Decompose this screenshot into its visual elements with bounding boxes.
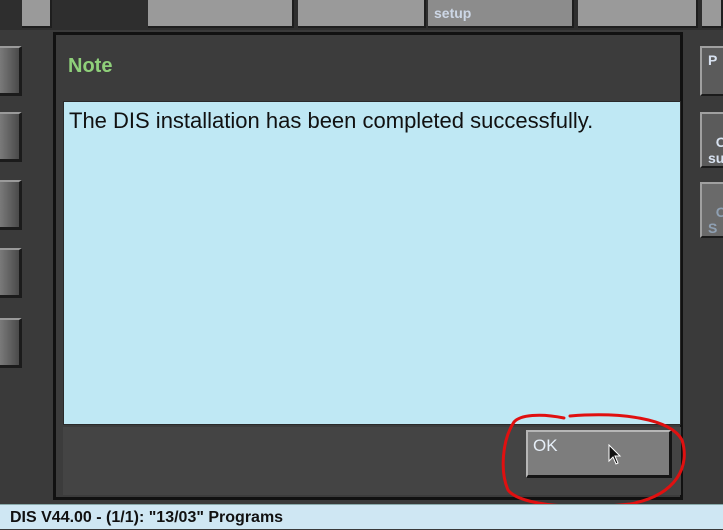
dialog-footer: OK bbox=[63, 427, 681, 495]
note-dialog: Note The DIS installation has been compl… bbox=[53, 32, 683, 500]
top-button-3[interactable] bbox=[298, 0, 426, 28]
ok-button-label: OK bbox=[533, 436, 558, 455]
top-button-2[interactable] bbox=[148, 0, 294, 28]
right-side-button-2[interactable]: O su bbox=[700, 112, 723, 168]
top-button-5[interactable] bbox=[578, 0, 698, 28]
setup-button-label: setup bbox=[434, 5, 472, 21]
dialog-title: Note bbox=[68, 55, 113, 77]
right-side-button-3-label: O S bbox=[708, 204, 723, 236]
left-side-button-4[interactable] bbox=[0, 248, 22, 298]
left-side-button-5[interactable] bbox=[0, 318, 22, 368]
setup-button[interactable]: setup bbox=[428, 0, 574, 28]
top-toolbar: setup bbox=[0, 0, 723, 30]
right-side-button-1-label: P bbox=[708, 52, 718, 68]
right-side-button-2-label: O su bbox=[708, 134, 723, 166]
mouse-pointer-icon bbox=[608, 444, 622, 465]
right-side-button-3[interactable]: O S bbox=[700, 182, 723, 238]
left-side-button-1[interactable] bbox=[0, 46, 22, 96]
dialog-message: The DIS installation has been completed … bbox=[69, 108, 594, 133]
right-side-button-1[interactable]: P bbox=[700, 46, 723, 96]
top-button-1[interactable] bbox=[22, 0, 52, 28]
ok-button[interactable]: OK bbox=[526, 430, 672, 478]
dialog-body: The DIS installation has been completed … bbox=[63, 101, 681, 425]
top-button-6[interactable] bbox=[702, 0, 723, 28]
left-side-button-2[interactable] bbox=[0, 112, 22, 162]
left-side-button-3[interactable] bbox=[0, 180, 22, 230]
status-bar: DIS V44.00 - (1/1): "13/03" Programs bbox=[0, 504, 723, 529]
